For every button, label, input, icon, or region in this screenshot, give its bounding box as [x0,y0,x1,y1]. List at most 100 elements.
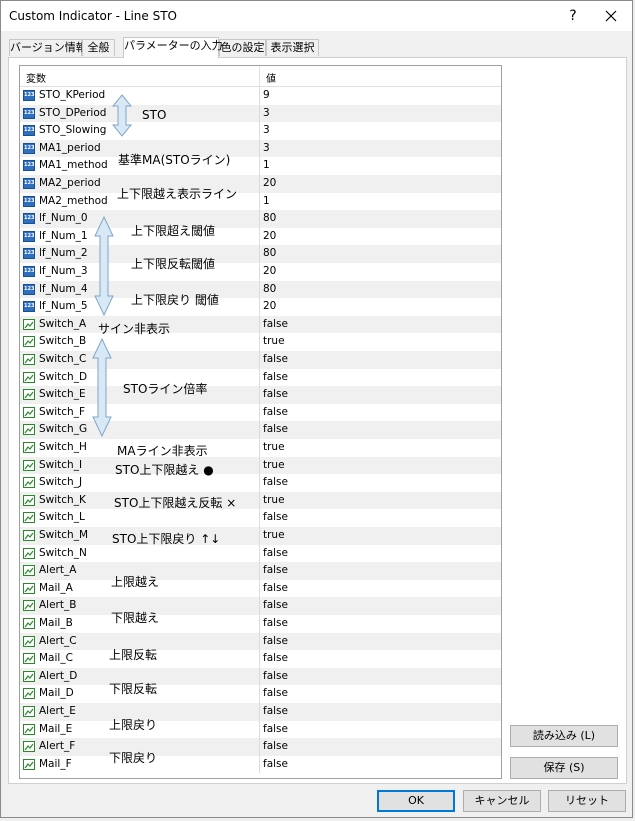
parameter-value[interactable]: false [263,371,288,383]
parameter-row[interactable]: Switch_G false [20,421,501,439]
annotation-upper-reverse: 上限反転 [109,648,158,662]
parameter-row[interactable]: 123 STO_KPeriod 9 [20,87,501,105]
parameter-value[interactable]: false [263,635,288,647]
parameter-row[interactable]: Mail_B false [20,615,501,633]
parameter-value[interactable]: 3 [263,107,270,119]
parameter-value[interactable]: 20 [263,300,276,312]
cancel-button[interactable]: キャンセル [463,790,541,812]
parameter-value[interactable]: false [263,353,288,365]
integer-type-icon: 123 [23,301,35,313]
parameter-value[interactable]: true [263,335,285,347]
parameter-row[interactable]: Switch_E false [20,386,501,404]
parameter-row[interactable]: Switch_A false [20,315,501,334]
close-button[interactable] [599,5,623,27]
parameter-value[interactable]: false [263,599,288,611]
parameter-value[interactable]: 80 [263,247,276,259]
parameter-value[interactable]: false [263,406,288,418]
parameter-value[interactable]: 1 [263,159,270,171]
parameter-row[interactable]: Alert_A false [20,562,501,580]
parameter-row[interactable]: 123 lf_Num_1 20 [20,227,501,246]
parameter-value[interactable]: false [263,423,288,435]
parameter-value[interactable]: true [263,529,285,541]
parameter-name: lf_Num_5 [39,300,88,313]
tab-general[interactable]: 全般 [82,39,115,56]
parameter-row[interactable]: Mail_A false [20,579,501,598]
boolean-type-icon [23,530,35,541]
ok-button[interactable]: OK [377,790,455,812]
column-divider[interactable] [259,66,260,86]
parameter-value[interactable]: false [263,687,288,699]
parameter-row[interactable]: 123 lf_Num_4 80 [20,280,501,299]
parameter-row[interactable]: 123 lf_Num_2 80 [20,245,501,263]
parameter-value[interactable]: 80 [263,212,276,224]
parameter-value[interactable]: 9 [263,89,270,101]
parameter-row[interactable]: Alert_E false [20,703,501,721]
parameter-name: Switch_A [39,317,87,330]
help-button[interactable]: ? [563,6,583,26]
parameter-row[interactable]: 123 MA1_method 1 [20,157,501,175]
parameter-value[interactable]: false [263,617,288,629]
parameter-value[interactable]: false [263,652,288,664]
reset-button[interactable]: リセット [548,790,626,812]
tab-version-info[interactable]: バージョン情報 [9,39,87,56]
parameter-row[interactable]: Switch_J false [20,474,501,492]
parameter-value[interactable]: false [263,758,288,770]
parameter-row[interactable]: Mail_E false [20,720,501,739]
parameter-row[interactable]: Switch_D false [20,368,501,387]
column-divider [259,175,260,193]
parameter-row[interactable]: Alert_C false [20,632,501,651]
parameter-row[interactable]: 123 lf_Num_5 20 [20,298,501,316]
save-button[interactable]: 保存 (S) [510,757,618,779]
parameter-row[interactable]: Mail_D false [20,685,501,703]
tab-colors[interactable]: 色の設定 [219,39,266,56]
parameter-value[interactable]: false [263,582,288,594]
parameter-row[interactable]: Switch_I true [20,456,501,475]
boolean-type-icon [23,723,35,735]
parameter-value[interactable]: true [263,459,285,471]
parameter-row[interactable]: Switch_N false [20,544,501,563]
parameter-value[interactable]: false [263,670,288,682]
parameter-row[interactable]: Switch_K true [20,491,501,510]
parameter-row[interactable]: 123 STO_DPeriod 3 [20,104,501,123]
parameter-value[interactable]: 3 [263,124,270,136]
parameter-row[interactable]: 123 MA2_period 20 [20,175,501,193]
parameter-value[interactable]: 80 [263,283,276,295]
parameter-value[interactable]: false [263,511,288,523]
parameter-value[interactable]: false [263,318,288,330]
load-button[interactable]: 読み込み (L) [510,725,618,747]
parameter-value[interactable]: 1 [263,195,270,207]
parameter-value[interactable]: 3 [263,142,270,154]
parameter-row[interactable]: 123 STO_Slowing 3 [20,122,501,140]
parameter-row[interactable]: Alert_F false [20,738,501,756]
parameter-row[interactable]: Alert_B false [20,597,501,615]
parameter-row[interactable]: Mail_F false [20,755,501,774]
parameter-row[interactable]: Alert_D false [20,667,501,686]
parameter-row[interactable]: 123 MA1_period 3 [20,139,501,158]
parameter-row[interactable]: 123 lf_Num_3 20 [20,263,501,281]
parameter-value[interactable]: 20 [263,265,276,277]
parameter-row[interactable]: 123 MA2_method 1 [20,192,501,211]
grid-header: 変数 値 [20,66,501,87]
parameter-row[interactable]: Switch_B true [20,333,501,351]
parameter-row[interactable]: Switch_F false [20,403,501,422]
parameter-name: Alert_A [39,564,77,577]
parameter-row[interactable]: Switch_C false [20,351,501,369]
parameter-value[interactable]: false [263,740,288,752]
parameter-row[interactable]: Switch_H true [20,439,501,457]
parameter-row[interactable]: 123 lf_Num_0 80 [20,210,501,228]
tab-visualization[interactable]: 表示選択 [266,39,319,56]
parameter-value[interactable]: 20 [263,230,276,242]
parameter-row[interactable]: Switch_M true [20,527,501,545]
parameter-row[interactable]: Switch_L false [20,509,501,527]
parameter-value[interactable]: false [263,705,288,717]
parameter-value[interactable]: false [263,547,288,559]
parameter-value[interactable]: false [263,564,288,576]
parameter-value[interactable]: false [263,476,288,488]
parameter-row[interactable]: Mail_C false [20,650,501,668]
parameter-value[interactable]: false [263,723,288,735]
parameter-value[interactable]: false [263,388,288,400]
parameter-value[interactable]: 20 [263,177,276,189]
tab-parameters[interactable]: パラメーターの入力 [123,37,223,58]
parameter-value[interactable]: true [263,441,285,453]
parameter-value[interactable]: true [263,494,285,506]
